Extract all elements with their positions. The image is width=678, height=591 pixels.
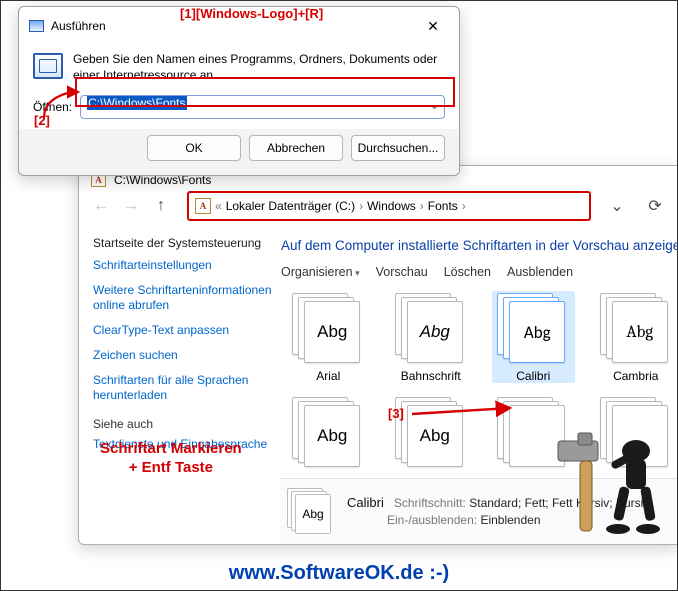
- run-dialog: Ausführen ✕ Geben Sie den Namen eines Pr…: [18, 6, 460, 176]
- sidebar-link-more-info[interactable]: Weitere Schriftarteninformationen online…: [93, 283, 273, 313]
- details-thumb: Abg: [287, 488, 333, 536]
- sidebar-link-download-fonts[interactable]: Schriftarten für alle Sprachen herunterl…: [93, 373, 273, 403]
- font-item[interactable]: AbgBahnschrift: [390, 293, 473, 383]
- font-item[interactable]: AbgArial: [287, 293, 370, 383]
- run-dialog-title: Ausführen: [51, 19, 415, 33]
- ok-button[interactable]: OK: [147, 135, 241, 161]
- nav-forward-button[interactable]: →: [119, 194, 143, 218]
- toolbar-hide[interactable]: Ausblenden: [507, 265, 573, 279]
- font-grid-row: AbgArialAbgBahnschriftAbgCalibriAbgCambr…: [279, 289, 677, 387]
- annotation-arrow-3: [410, 400, 520, 429]
- sidebar-link-font-settings[interactable]: Schriftarteinstellungen: [93, 258, 273, 273]
- mascot-hammer-icon: [548, 421, 668, 551]
- toolbar-preview[interactable]: Vorschau: [376, 265, 428, 279]
- sidebar-see-also: Siehe auch: [93, 417, 273, 431]
- annotation-1: [1][Windows-Logo]+[R]: [180, 6, 323, 21]
- dropdown-chevron-icon[interactable]: ⌄: [430, 99, 439, 112]
- chevron-right-icon: ›: [420, 199, 424, 213]
- toolbar-delete[interactable]: Löschen: [444, 265, 491, 279]
- breadcrumb-seg-fonts[interactable]: Fonts: [428, 199, 458, 213]
- content-heading: Auf dem Computer installierte Schriftart…: [279, 232, 677, 263]
- sidebar-link-charmap[interactable]: Zeichen suchen: [93, 348, 273, 363]
- run-body-icon: [33, 53, 63, 79]
- nav-back-button[interactable]: ←: [89, 194, 113, 218]
- sidebar-head[interactable]: Startseite der Systemsteuerung: [93, 236, 273, 250]
- toolbar: Organisieren Vorschau Löschen Ausblenden: [279, 263, 677, 289]
- breadcrumb-seg-drive[interactable]: Lokaler Datenträger (C:): [226, 199, 355, 213]
- run-body-text: Geben Sie den Namen eines Programms, Ord…: [73, 51, 445, 83]
- sidebar-link-cleartype[interactable]: ClearType-Text anpassen: [93, 323, 273, 338]
- run-dialog-icon: [29, 20, 44, 32]
- details-show-label: Ein-/ausblenden:: [387, 513, 477, 527]
- footer-url: www.SoftwareOK.de :-): [229, 562, 449, 585]
- font-item[interactable]: Abg: [287, 397, 370, 473]
- nav-up-button[interactable]: ↑: [149, 194, 173, 218]
- details-show-value: Einblenden: [480, 513, 540, 527]
- annotation-3: [3]: [388, 406, 404, 421]
- open-input[interactable]: C:\Windows\Fonts: [80, 95, 445, 119]
- breadcrumb-seg-windows[interactable]: Windows: [367, 199, 416, 213]
- breadcrumb[interactable]: « Lokaler Datenträger (C:) › Windows › F…: [187, 191, 591, 221]
- breadcrumb-overflow[interactable]: «: [215, 199, 222, 213]
- font-item[interactable]: AbgCambria: [595, 293, 678, 383]
- chevron-right-icon: ›: [462, 199, 466, 213]
- font-item[interactable]: AbgCalibri: [492, 291, 575, 383]
- dropdown-history-icon[interactable]: ⌄: [605, 194, 629, 218]
- chevron-right-icon: ›: [359, 199, 363, 213]
- annotation-hint: Schriftart Markieren+ Entf Taste: [100, 440, 242, 478]
- toolbar-organize[interactable]: Organisieren: [281, 265, 360, 279]
- details-cut-label: Schriftschnitt:: [394, 496, 466, 510]
- sidebar: Startseite der Systemsteuerung Schriftar…: [79, 232, 279, 544]
- cancel-button[interactable]: Abbrechen: [249, 135, 343, 161]
- breadcrumb-icon: [195, 198, 211, 214]
- annotation-2: [2]: [34, 113, 50, 128]
- refresh-button[interactable]: ⟳: [643, 194, 667, 218]
- close-button[interactable]: ✕: [415, 13, 451, 39]
- details-font-name: Calibri: [347, 495, 384, 510]
- browse-button[interactable]: Durchsuchen...: [351, 135, 445, 161]
